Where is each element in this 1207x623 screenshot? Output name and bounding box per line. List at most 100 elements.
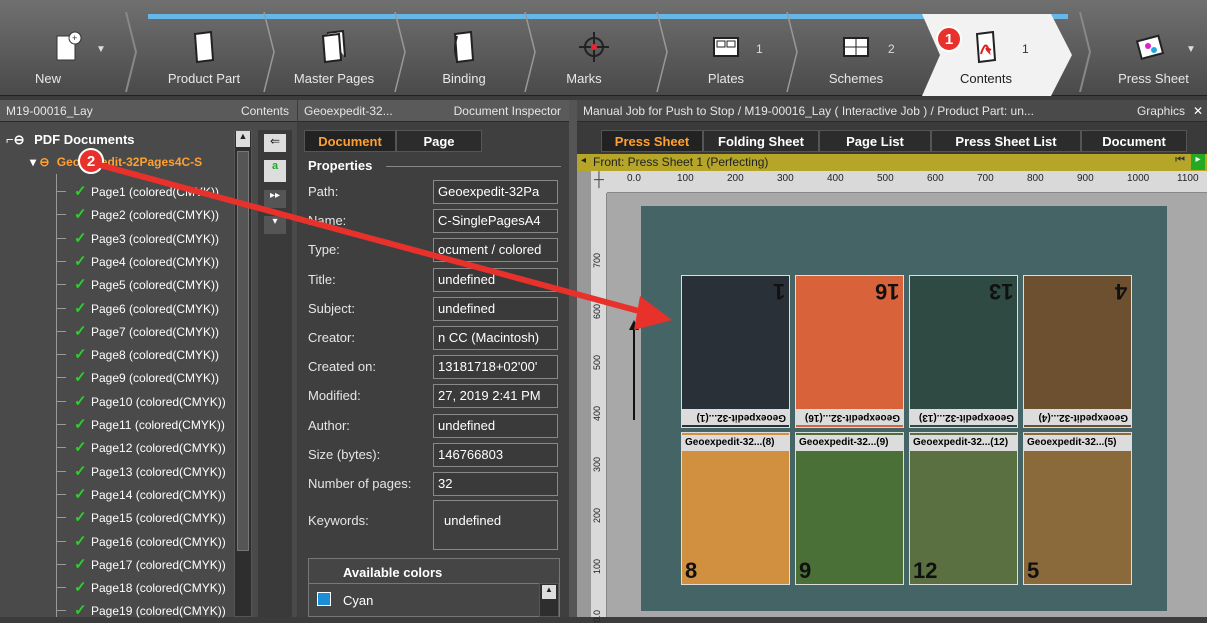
sheet-selector-bar[interactable]: ◂ Front: Press Sheet 1 (Perfecting) ⏮ ▸ xyxy=(577,154,1207,171)
tab-page[interactable]: Page xyxy=(396,130,482,152)
panel-header: Geoexpedit-32... Document Inspector xyxy=(298,100,569,122)
tab-press-sheet[interactable]: Press Sheet xyxy=(601,130,703,152)
binding-step[interactable]: Binding xyxy=(408,12,520,92)
contents-step[interactable]: 1 Contents xyxy=(930,12,1042,92)
tree-line xyxy=(56,470,66,472)
imposed-page[interactable]: 9 Geoexpedit-32...(9) xyxy=(795,432,904,585)
tree-page-item[interactable]: ✓ Page19 (colored(CMYK)) xyxy=(74,599,226,622)
tree-page-item[interactable]: ✓ Page10 (colored(CMYK)) xyxy=(74,390,226,413)
tree-line xyxy=(56,377,66,379)
check-icon: ✓ xyxy=(74,183,87,200)
tab-document[interactable]: Document xyxy=(304,130,396,152)
property-value[interactable]: n CC (Macintosh) xyxy=(433,326,558,350)
tree-page-item[interactable]: ✓ Page15 (colored(CMYK)) xyxy=(74,506,226,529)
property-label: Path: xyxy=(308,184,339,199)
keywords-field[interactable]: undefined xyxy=(433,500,558,550)
colors-scrollbar[interactable]: ▲ xyxy=(539,583,559,617)
scroll-up-icon[interactable]: ▲ xyxy=(542,585,556,599)
imposed-page[interactable]: 5 Geoexpedit-32...(5) xyxy=(1023,432,1132,585)
tab-press-sheet-list[interactable]: Press Sheet List xyxy=(931,130,1081,152)
tree-page-item[interactable]: ✓ Page3 (colored(CMYK)) xyxy=(74,227,219,250)
tree-page-item[interactable]: ✓ Page18 (colored(CMYK)) xyxy=(74,576,226,599)
tree-page-item[interactable]: ✓ Page11 (colored(CMYK)) xyxy=(74,413,225,436)
new-document-icon: + xyxy=(56,31,82,61)
move-down-icon[interactable]: ▾ xyxy=(264,216,286,234)
tree-scrollbar[interactable]: ▲ xyxy=(234,130,252,617)
tree-line xyxy=(56,493,66,495)
panel-header: Manual Job for Push to Stop / M19-00016_… xyxy=(577,100,1207,122)
property-label: Size (bytes): xyxy=(308,446,381,462)
replace-page-icon[interactable]: a xyxy=(264,160,286,182)
tab-document[interactable]: Document xyxy=(1081,130,1187,152)
press-sheet-step[interactable]: ▼ Press Sheet xyxy=(1100,12,1207,92)
new-button[interactable]: + ▼ New xyxy=(18,12,118,92)
tree-page-item[interactable]: ✓ Page9 (colored(CMYK)) xyxy=(74,366,219,389)
property-value[interactable]: 13181718+02'00' xyxy=(433,355,558,380)
property-value[interactable]: C-SinglePagesA4 xyxy=(433,209,558,234)
property-value[interactable]: ocument / colored xyxy=(433,238,558,263)
properties-heading: Properties xyxy=(308,158,373,173)
property-value[interactable]: undefined xyxy=(433,267,558,292)
imposed-page[interactable]: 16 Geoexpedit-32...(16) xyxy=(795,275,904,428)
tree-page-item[interactable]: ✓ Page8 (colored(CMYK)) xyxy=(74,343,219,366)
fast-forward-icon[interactable]: ▸▸ xyxy=(264,190,286,208)
tree-line xyxy=(56,447,66,449)
tab-folding-sheet[interactable]: Folding Sheet xyxy=(703,130,819,152)
property-value[interactable]: undefined xyxy=(433,296,558,321)
tab-page-list[interactable]: Page List xyxy=(819,130,931,152)
tree-root[interactable]: ⌐⊖ PDF Documents xyxy=(6,132,135,148)
imposed-page[interactable]: 13 Geoexpedit-32...(13) xyxy=(909,275,1018,428)
contents-tree-panel: M19-00016_Lay Contents ⌐⊖ PDF Documents … xyxy=(0,100,297,619)
scroll-up-icon[interactable]: ▲ xyxy=(236,131,250,147)
sheet-nav-icon[interactable]: ⏮ xyxy=(1175,154,1185,167)
product-part-step[interactable]: Product Part xyxy=(148,12,260,92)
page-label: Page4 (colored(CMYK)) xyxy=(91,254,220,269)
imposed-page[interactable]: 4 Geoexpedit-32...(4) xyxy=(1023,275,1132,428)
folder-action-icon[interactable]: ⇐ xyxy=(264,134,286,152)
tree-page-item[interactable]: ✓ Page2 (colored(CMYK)) xyxy=(74,203,219,226)
next-sheet-icon[interactable]: ▸ xyxy=(1191,154,1205,170)
page-number: 5 xyxy=(1027,558,1040,583)
tree-page-item[interactable]: ✓ Page6 (colored(CMYK)) xyxy=(74,297,219,320)
marks-step[interactable]: Marks xyxy=(538,12,650,92)
panel-splitter[interactable] xyxy=(569,100,577,617)
prev-sheet-icon[interactable]: ◂ xyxy=(581,155,586,166)
tree-page-item[interactable]: ✓ Page13 (colored(CMYK)) xyxy=(74,460,226,483)
property-value[interactable]: Geoexpedit-32Pa xyxy=(433,180,558,204)
plates-step[interactable]: 1 Plates xyxy=(670,12,782,92)
tree-page-item[interactable]: ✓ Page14 (colored(CMYK)) xyxy=(74,483,226,506)
tree-page-item[interactable]: ✓ Page17 (colored(CMYK)) xyxy=(74,553,226,576)
imposed-page[interactable]: 1 Geoexpedit-32...(1) xyxy=(681,275,790,428)
tree-page-item[interactable]: ✓ Page7 (colored(CMYK)) xyxy=(74,320,219,343)
tree-page-item[interactable]: ✓ Page5 (colored(CMYK)) xyxy=(74,273,219,296)
tree-page-item[interactable]: ✓ Page16 (colored(CMYK)) xyxy=(74,530,226,553)
tree-line xyxy=(56,237,66,239)
page-label: Page3 (colored(CMYK)) xyxy=(91,231,220,246)
press-sheet-icon xyxy=(1136,34,1165,61)
property-value[interactable]: 32 xyxy=(433,472,558,496)
tree-document-item[interactable]: ▾ ⊖ Geoexpedit-32Pages4C-S xyxy=(30,155,202,169)
property-value[interactable]: 27, 2019 2:41 PM xyxy=(433,384,558,409)
sheet-label: Front: Press Sheet 1 (Perfecting) xyxy=(593,155,769,169)
check-icon: ✓ xyxy=(74,346,87,364)
tree-page-item[interactable]: ✓ Page1 (colored(CMYK)) xyxy=(74,180,219,203)
close-icon[interactable]: ✕ xyxy=(1193,100,1203,122)
schemes-step[interactable]: 2 Schemes xyxy=(800,12,912,92)
graphics-tab-bar: Press Sheet Folding Sheet Page List Pres… xyxy=(577,122,1207,154)
imposed-page[interactable]: 12 Geoexpedit-32...(12) xyxy=(909,432,1018,585)
callout-badge-2: 2 xyxy=(78,148,104,174)
contents-label: Contents xyxy=(959,71,1013,86)
tree-page-item[interactable]: ✓ Page4 (colored(CMYK)) xyxy=(74,250,219,273)
master-pages-step[interactable]: Master Pages xyxy=(278,12,390,92)
property-value[interactable]: undefined xyxy=(433,413,558,438)
property-label: Type: xyxy=(308,242,340,258)
vertical-ruler: 700 600 500 400 300 200 100 0.0 xyxy=(591,193,607,623)
new-label: New xyxy=(34,71,61,86)
imposed-page[interactable]: 8 Geoexpedit-32...(8) xyxy=(681,432,790,585)
scroll-thumb[interactable] xyxy=(237,151,249,551)
check-icon: ✓ xyxy=(74,485,87,503)
ruler-origin-icon[interactable]: ┼ xyxy=(591,171,607,193)
property-value[interactable]: 146766803 xyxy=(433,442,558,467)
tree-page-item[interactable]: ✓ Page12 (colored(CMYK)) xyxy=(74,436,226,459)
ruler-tick-label: 300 xyxy=(777,173,794,184)
